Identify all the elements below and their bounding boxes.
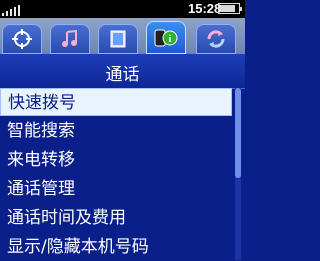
battery-icon (218, 3, 242, 14)
menu-item-speed-dial[interactable]: 快速拨号 (0, 88, 232, 116)
signal-strength-icon (2, 3, 24, 16)
music-note-icon (62, 29, 77, 47)
page-title: 通话 (105, 65, 140, 85)
menu-item-smart-search[interactable]: 智能搜索 (0, 117, 232, 145)
tab-crosshair[interactable] (2, 24, 42, 54)
tab-call-settings[interactable]: i (146, 21, 186, 54)
crosshair-icon (12, 29, 32, 49)
menu-item-call-management[interactable]: 通话管理 (0, 175, 232, 203)
tab-bar: i (0, 18, 245, 54)
clock: 15:28 (188, 1, 222, 16)
document-icon (110, 30, 126, 48)
phone-info-icon: i (154, 29, 178, 46)
svg-text:i: i (169, 34, 172, 45)
tab-sync[interactable] (196, 24, 236, 54)
tab-document[interactable] (98, 24, 138, 54)
title-bar: 通话 (0, 54, 245, 89)
sync-arrows-icon (207, 30, 225, 48)
menu-item-call-forwarding[interactable]: 来电转移 (0, 146, 232, 174)
menu-item-show-hide-number[interactable]: 显示/隐藏本机号码 (0, 233, 232, 261)
status-bar: 15:28 (0, 0, 245, 18)
scrollbar-thumb[interactable] (235, 88, 241, 178)
menu-item-call-time-cost[interactable]: 通话时间及费用 (0, 204, 232, 232)
menu-list: 快速拨号 智能搜索 来电转移 通话管理 通话时间及费用 显示/隐藏本机号码 (0, 88, 245, 260)
tab-music[interactable] (50, 24, 90, 54)
scrollbar[interactable] (235, 88, 241, 260)
